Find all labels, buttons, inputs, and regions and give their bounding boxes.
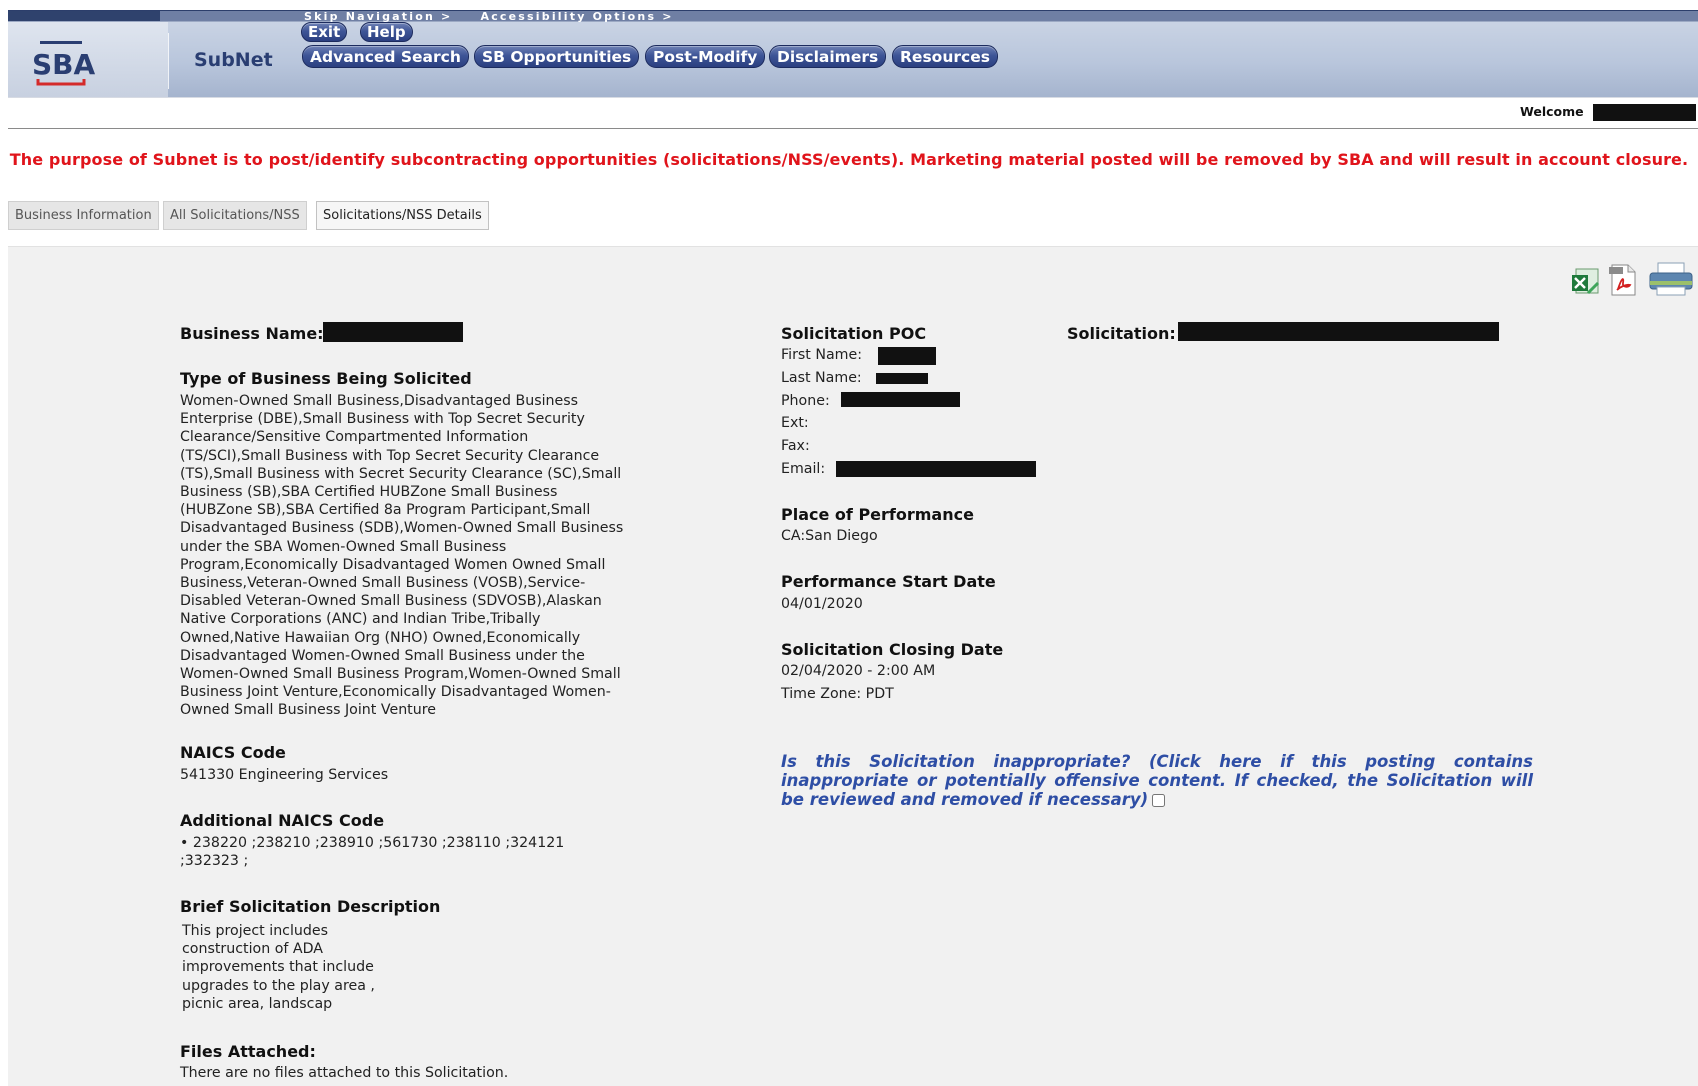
- business-name-label: Business Name:: [180, 324, 324, 343]
- files-attached-heading: Files Attached:: [180, 1042, 316, 1061]
- solicitation-poc-heading: Solicitation POC: [781, 324, 927, 343]
- type-line: Disadvantaged Women-Owned Small Business…: [180, 647, 585, 664]
- performance-start-heading: Performance Start Date: [781, 572, 996, 591]
- header-top-band: [8, 11, 160, 21]
- first-name-label: First Name:: [781, 347, 863, 363]
- description-line: upgrades to the play area ,: [182, 977, 375, 994]
- description-line: picnic area, landscap: [182, 995, 333, 1012]
- tab-business-information[interactable]: Business Information: [8, 201, 159, 230]
- inappropriate-checkbox[interactable]: [1152, 794, 1166, 807]
- exit-button[interactable]: Exit: [301, 22, 348, 42]
- skip-links: Skip Navigation > Accessibility Options …: [304, 10, 696, 23]
- logo-area: SBA: [8, 22, 168, 98]
- place-of-performance-value: CA:San Diego: [781, 528, 878, 544]
- header-underline: [8, 97, 1698, 98]
- svg-text:SBA: SBA: [32, 48, 96, 81]
- type-line: Clearance/Sensitive Compartmented Inform…: [180, 429, 529, 446]
- type-line: Women-Owned Small Business,Disadvantaged…: [180, 393, 579, 409]
- description-text: This project includes construction of AD…: [182, 922, 375, 1013]
- closing-date-heading: Solicitation Closing Date: [781, 640, 1004, 659]
- sba-logo: SBA: [32, 41, 96, 86]
- type-line: (TS/SCI),Small Business with Top Secret …: [180, 447, 600, 464]
- ext-label: Ext:: [781, 415, 809, 431]
- pdf-export-icon[interactable]: [1608, 263, 1638, 297]
- type-line: Business,Veteran-Owned Small Business (V…: [180, 575, 586, 592]
- type-of-business-list: Women-Owned Small Business,Disadvantaged…: [180, 392, 623, 720]
- divider: [8, 128, 1698, 129]
- disclaimers-button[interactable]: Disclaimers: [769, 45, 887, 68]
- welcome-label: Welcome: [1520, 104, 1584, 119]
- redacted-last-name: [876, 373, 928, 384]
- additional-naics-value-cont: ;332323 ;: [180, 853, 249, 869]
- type-of-business-heading: Type of Business Being Solicited: [180, 369, 472, 388]
- type-line: (HUBZone SB),SBA Certified 8a Program Pa…: [180, 502, 591, 519]
- excel-export-icon[interactable]: [1570, 267, 1602, 297]
- performance-start-value: 04/01/2020: [781, 596, 863, 612]
- additional-naics-heading: Additional NAICS Code: [180, 811, 385, 830]
- sb-opportunities-button[interactable]: SB Opportunities: [474, 45, 640, 68]
- type-line: Disadvantaged Business (SDB),Women-Owned…: [180, 520, 624, 537]
- type-line: Business (SB),SBA Certified HUBZone Smal…: [180, 484, 558, 501]
- naics-code-value: 541330 Engineering Services: [180, 767, 389, 783]
- description-line: improvements that include: [182, 959, 374, 976]
- redacted-first-name: [878, 347, 936, 365]
- time-zone-value: Time Zone: PDT: [781, 686, 894, 702]
- files-attached-value: There are no files attached to this Soli…: [180, 1065, 509, 1081]
- redacted-solicitation-number: [1178, 322, 1499, 341]
- accessibility-options-link[interactable]: Accessibility Options >: [480, 10, 673, 23]
- description-line: This project includes: [182, 923, 329, 939]
- redacted-phone: [841, 392, 960, 407]
- description-line: construction of ADA: [182, 941, 324, 958]
- advanced-search-button[interactable]: Advanced Search: [302, 45, 469, 68]
- tab-all-solicitations[interactable]: All Solicitations/NSS: [163, 201, 307, 230]
- redacted-email: [836, 461, 1036, 477]
- solicitation-label: Solicitation:: [1067, 324, 1176, 343]
- type-line: (TS),Small Business with Secret Security…: [180, 465, 622, 482]
- place-of-performance-heading: Place of Performance: [781, 505, 974, 524]
- resources-button[interactable]: Resources: [892, 45, 998, 68]
- app-name: SubNet: [194, 49, 273, 71]
- fax-label: Fax:: [781, 438, 810, 454]
- tab-solicitation-details[interactable]: Solicitations/NSS Details: [316, 201, 489, 230]
- type-line: under the SBA Women-Owned Small Business: [180, 538, 507, 555]
- print-icon[interactable]: [1648, 261, 1694, 297]
- redacted-business-name: [323, 322, 463, 342]
- email-label: Email:: [781, 461, 826, 477]
- phone-label: Phone:: [781, 393, 830, 409]
- type-line: Program,Economically Disadvantaged Women…: [180, 556, 606, 573]
- description-heading: Brief Solicitation Description: [180, 897, 441, 916]
- type-line: Women-Owned Small Business Program,Women…: [180, 666, 621, 683]
- type-line: Owned Small Business Joint Venture: [180, 702, 436, 719]
- type-line: Enterprise (DBE),Small Business with Top…: [180, 411, 585, 428]
- redacted-username: [1593, 104, 1696, 121]
- type-line: Disabled Veteran-Owned Small Business (S…: [180, 593, 602, 610]
- closing-date-value: 02/04/2020 - 2:00 AM: [781, 663, 936, 679]
- header-divider: [168, 33, 169, 89]
- help-button[interactable]: Help: [360, 22, 413, 42]
- site-header: SBA SubNet Skip Navigation > Accessibili…: [8, 10, 1698, 98]
- type-line: Owned,Native Hawaiian Org (NHO) Owned,Ec…: [180, 629, 581, 646]
- inappropriate-flag: Is this Solicitation inappropriate? (Cli…: [781, 752, 1533, 809]
- additional-naics-value: • 238220 ;238210 ;238910 ;561730 ;238110…: [180, 835, 565, 851]
- last-name-label: Last Name:: [781, 370, 862, 386]
- type-line: Business Joint Venture,Economically Disa…: [180, 684, 611, 701]
- naics-code-heading: NAICS Code: [180, 743, 286, 762]
- purpose-notice: The purpose of Subnet is to post/identif…: [9, 150, 1689, 169]
- type-line: Native Corporations (ANC) and Indian Tri…: [180, 611, 541, 628]
- post-modify-button[interactable]: Post-Modify: [645, 45, 766, 68]
